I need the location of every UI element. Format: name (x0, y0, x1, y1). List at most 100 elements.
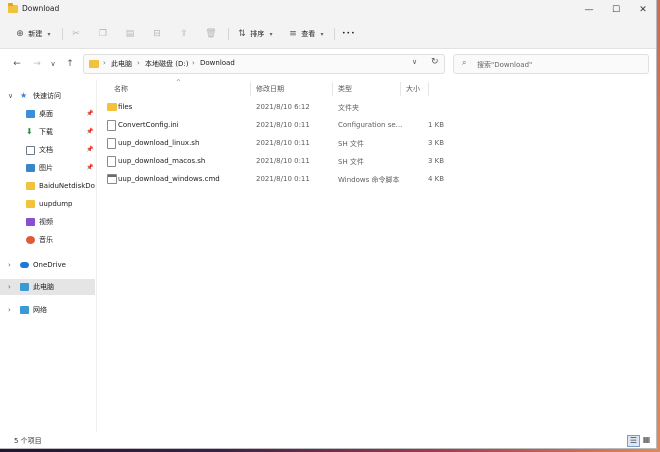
copy-icon: ❐ (98, 29, 108, 39)
sidebar-item-baidunetdisk[interactable]: BaiduNetdiskDownload (0, 178, 95, 194)
cut-button[interactable]: ✂ (70, 26, 82, 42)
file-name: ConvertConfig.ini (118, 121, 179, 129)
network-icon (20, 306, 29, 314)
sidebar-item-label: 文档 (39, 146, 53, 154)
more-options-button[interactable]: ••• (342, 26, 356, 42)
column-header-type[interactable]: 类型 (338, 84, 352, 94)
pin-icon: 📌 (86, 164, 94, 171)
close-button[interactable]: ✕ (630, 0, 656, 20)
chevron-right-icon: › (103, 59, 106, 67)
sidebar-item-this-pc[interactable]: › 此电脑 (0, 279, 95, 295)
sidebar-item-onedrive[interactable]: › OneDrive (0, 257, 95, 273)
script-file-icon (107, 174, 117, 184)
toolbar-divider (334, 28, 335, 40)
table-row[interactable]: ConvertConfig.ini 2021/8/10 0:11 Configu… (98, 116, 458, 134)
pin-icon: 📌 (86, 146, 94, 153)
column-separator[interactable] (400, 82, 401, 96)
delete-button[interactable]: 🗑 (205, 26, 217, 42)
table-row[interactable]: uup_download_linux.sh 2021/8/10 0:11 SH … (98, 134, 458, 152)
chevron-down-icon: ▾ (320, 31, 324, 38)
file-size: 4 KB (428, 175, 445, 183)
table-row[interactable]: uup_download_macos.sh 2021/8/10 0:11 SH … (98, 152, 458, 170)
computer-icon (20, 283, 29, 291)
sort-button[interactable]: ⇅ 排序 ▾ (236, 26, 272, 42)
folder-icon (8, 3, 18, 13)
address-bar[interactable]: › 此电脑 › 本地磁盘 (D:) › Download ∨ ↻ (83, 54, 445, 74)
column-separator[interactable] (428, 82, 429, 96)
new-button[interactable]: ⊕ 新建 ▾ (14, 26, 50, 42)
file-type: SH 文件 (338, 158, 364, 166)
breadcrumb-drive[interactable]: 本地磁盘 (D:) (145, 59, 188, 69)
details-view-icon[interactable]: ☰ (627, 435, 640, 447)
column-separator[interactable] (332, 82, 333, 96)
sort-chevron-icon: ^ (176, 79, 182, 86)
large-icons-view-icon[interactable]: ▦ (641, 435, 652, 445)
search-placeholder: 搜索"Download" (477, 61, 533, 69)
forward-arrow-icon[interactable]: → (30, 57, 44, 71)
chevron-right-icon: › (8, 306, 11, 314)
file-explorer-window: Download — ☐ ✕ ⊕ 新建 ▾ ✂ ❐ ▤ ⊟ ⇪ 🗑 ⇅ 排序 ▾… (0, 0, 657, 449)
file-date: 2021/8/10 0:11 (256, 121, 310, 129)
file-date: 2021/8/10 0:11 (256, 175, 310, 183)
column-header-size[interactable]: 大小 (406, 84, 420, 94)
desktop-icon (26, 110, 35, 118)
sidebar-item-label: 网络 (33, 306, 47, 314)
minimize-button[interactable]: — (576, 0, 602, 20)
file-type: SH 文件 (338, 140, 364, 148)
maximize-button[interactable]: ☐ (603, 0, 629, 20)
paste-button[interactable]: ▤ (124, 26, 136, 42)
share-icon: ⇪ (180, 29, 188, 39)
share-button[interactable]: ⇪ (178, 26, 190, 42)
column-separator[interactable] (250, 82, 251, 96)
sidebar-item-network[interactable]: › 网络 (0, 302, 95, 318)
rename-button[interactable]: ⊟ (151, 26, 163, 42)
sidebar-item-pictures[interactable]: 图片 📌 (0, 160, 95, 176)
sidebar-item-desktop[interactable]: 桌面 📌 (0, 106, 95, 122)
sidebar-item-label: 视频 (39, 218, 53, 226)
sidebar-item-documents[interactable]: 文档 📌 (0, 142, 95, 158)
recent-chevron-icon[interactable]: ∨ (46, 57, 60, 71)
music-icon (26, 236, 35, 244)
sidebar-item-videos[interactable]: 视频 (0, 214, 95, 230)
folder-icon (89, 60, 99, 68)
sidebar-item-label: 图片 (39, 164, 53, 172)
view-button-label: 查看 (301, 30, 316, 38)
delete-icon: 🗑 (205, 29, 217, 39)
file-size: 3 KB (428, 139, 445, 147)
star-icon: ★ (20, 91, 28, 100)
window-title: Download (22, 4, 60, 13)
sidebar-item-quick-access[interactable]: ∨ ★ 快速访问 (0, 88, 95, 104)
sidebar-item-music[interactable]: 音乐 (0, 232, 95, 248)
breadcrumb-download[interactable]: Download (200, 59, 235, 67)
navigation-bar: ← → ∨ ↑ › 此电脑 › 本地磁盘 (D:) › Download ∨ ↻… (0, 49, 656, 79)
chevron-right-icon: › (192, 59, 195, 67)
file-date: 2021/8/10 6:12 (256, 103, 310, 111)
rename-icon: ⊟ (153, 29, 161, 39)
cloud-icon (20, 262, 29, 268)
up-arrow-icon[interactable]: ↑ (63, 57, 77, 71)
refresh-icon[interactable]: ↻ (431, 57, 439, 67)
file-name: uup_download_windows.cmd (118, 175, 220, 183)
navigation-pane: ∨ ★ 快速访问 桌面 📌 ⬇ 下载 📌 文档 📌 图片 📌 BaiduNetd… (0, 80, 95, 432)
table-row[interactable]: uup_download_windows.cmd 2021/8/10 0:11 … (98, 170, 458, 188)
folder-icon (107, 103, 117, 111)
view-button[interactable]: ≡ 查看 ▾ (287, 26, 323, 42)
address-history-chevron-icon[interactable]: ∨ (412, 58, 417, 66)
column-header-name[interactable]: 名称 (114, 84, 128, 94)
sidebar-item-downloads[interactable]: ⬇ 下载 📌 (0, 124, 95, 140)
videos-icon (26, 218, 35, 226)
view-list-icon: ≡ (289, 29, 297, 39)
column-header-date[interactable]: 修改日期 (256, 84, 284, 94)
search-box[interactable]: ⌕ 搜索"Download" (453, 54, 649, 74)
file-type: 文件夹 (338, 104, 359, 112)
sidebar-item-uupdump[interactable]: uupdump (0, 196, 95, 212)
file-icon (107, 138, 116, 149)
table-row[interactable]: files 2021/8/10 6:12 文件夹 (98, 98, 458, 116)
file-date: 2021/8/10 0:11 (256, 139, 310, 147)
chevron-down-icon: ∨ (8, 92, 14, 100)
back-arrow-icon[interactable]: ← (10, 57, 24, 71)
copy-button[interactable]: ❐ (97, 26, 109, 42)
file-date: 2021/8/10 0:11 (256, 157, 310, 165)
document-icon (26, 146, 35, 155)
breadcrumb-this-pc[interactable]: 此电脑 (111, 59, 132, 69)
